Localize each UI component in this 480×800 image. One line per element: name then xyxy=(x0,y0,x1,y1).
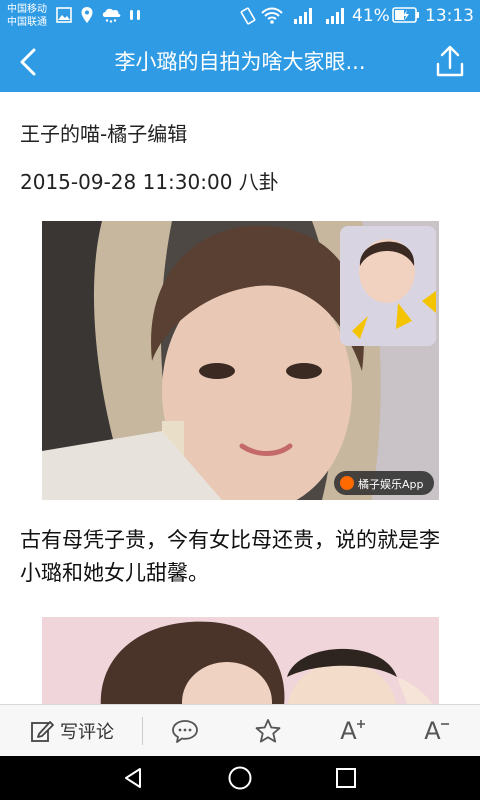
clock: 13:13 xyxy=(425,6,474,26)
share-icon xyxy=(436,45,464,77)
nav-back-button[interactable] xyxy=(103,756,163,800)
bottom-toolbar: 写评论 A A xyxy=(0,704,480,756)
signal-icon xyxy=(294,8,312,24)
article-photo[interactable] xyxy=(42,617,439,704)
triangle-back-icon xyxy=(125,768,141,788)
back-button[interactable] xyxy=(10,42,50,82)
square-recents-icon xyxy=(336,768,356,788)
article-meta: 2015-09-28 11:30:00 八卦 xyxy=(20,170,279,194)
toolbar-divider xyxy=(142,717,143,745)
nav-recents-button[interactable] xyxy=(316,756,376,800)
page-title: 李小璐的自拍为啥大家眼... xyxy=(114,50,366,74)
font-increase-label: A xyxy=(340,717,357,745)
family-photo-illustration xyxy=(42,617,439,704)
carrier-info: 中国移动 中国联通 xyxy=(7,3,47,29)
minus-icon xyxy=(440,723,449,725)
battery-percent: 41% xyxy=(352,6,390,26)
circle-home-icon xyxy=(228,766,252,790)
location-icon xyxy=(81,7,93,23)
write-comment-label: 写评论 xyxy=(60,722,114,743)
favorite-button[interactable] xyxy=(243,705,293,757)
signal-icon xyxy=(326,8,344,24)
font-decrease-button[interactable]: A xyxy=(412,705,462,757)
selfie-photo-illustration: 橘子娱乐App xyxy=(42,221,439,500)
edit-icon xyxy=(31,721,54,742)
article-author: 王子的喵-橘子编辑 xyxy=(20,122,188,146)
star-icon xyxy=(255,719,281,743)
write-comment-button[interactable]: 写评论 xyxy=(22,705,122,757)
watermark-text: 橘子娱乐App xyxy=(358,477,424,491)
vibrate-icon xyxy=(240,7,256,25)
share-button[interactable] xyxy=(430,42,470,82)
app-header: 李小璐的自拍为啥大家眼... xyxy=(0,32,480,92)
system-nav-bar xyxy=(0,756,480,800)
plus-icon xyxy=(356,720,365,728)
voicemail-icon xyxy=(130,10,140,20)
weather-icon xyxy=(102,8,121,23)
battery-charging-icon xyxy=(392,7,419,23)
comments-button[interactable] xyxy=(160,705,210,757)
chevron-left-icon xyxy=(20,48,36,76)
image-icon xyxy=(56,7,72,23)
carrier-2: 中国联通 xyxy=(7,17,47,28)
article-paragraph: 古有母凭子贵，今有女比母还贵，说的就是李小璐和她女儿甜馨。 xyxy=(20,528,440,585)
carrier-1: 中国移动 xyxy=(7,4,47,15)
nav-home-button[interactable] xyxy=(210,756,270,800)
font-increase-button[interactable]: A xyxy=(328,705,378,757)
wifi-icon xyxy=(261,7,283,24)
font-decrease-label: A xyxy=(424,717,441,745)
article-photo[interactable]: 橘子娱乐App xyxy=(42,221,439,500)
comment-bubble-icon xyxy=(172,720,198,743)
article-body: 王子的喵-橘子编辑 2015-09-28 11:30:00 八卦 橘子娱乐App xyxy=(0,92,480,704)
status-bar: 中国移动 中国联通 41% 13:13 xyxy=(0,0,480,32)
